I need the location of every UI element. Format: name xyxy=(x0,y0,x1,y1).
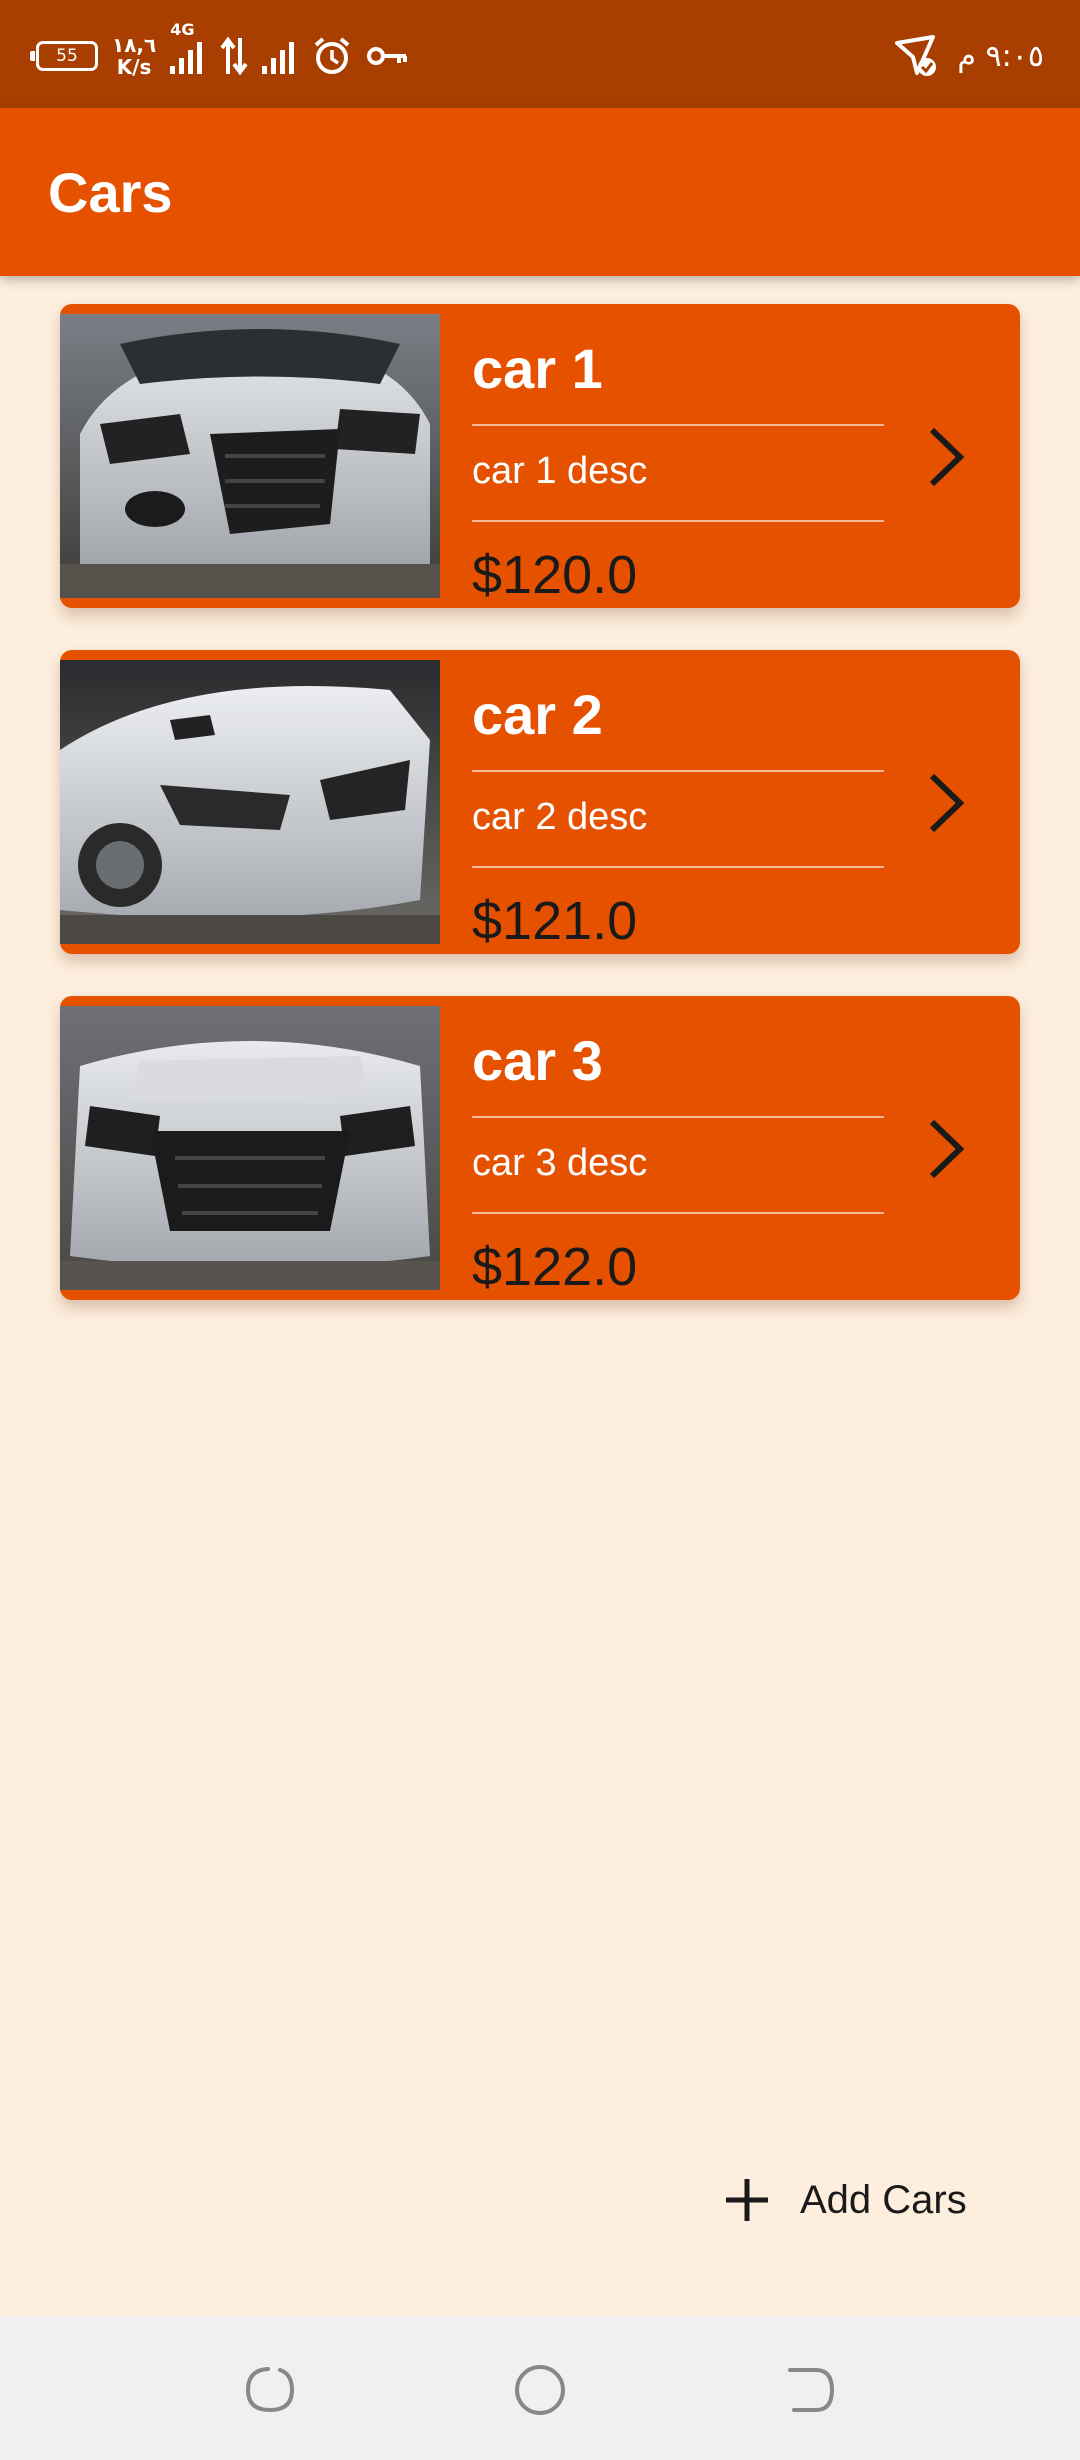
add-cars-button[interactable]: Add Cars xyxy=(708,2152,1008,2248)
status-bar: 55 ١٨,٦ K/s 4G ٩:٠٥ م xyxy=(0,0,1080,108)
location-sync-icon xyxy=(893,33,939,79)
car-card[interactable]: car 2 car 2 desc $121.0 xyxy=(60,650,1020,954)
signal-icon xyxy=(262,36,298,76)
car-description: car 2 desc xyxy=(472,796,648,838)
network-speed-unit: K/s xyxy=(116,55,152,79)
chevron-right-icon[interactable] xyxy=(916,422,976,492)
network-speed-value: ١٨,٦ xyxy=(112,33,157,57)
divider xyxy=(472,770,884,772)
divider xyxy=(472,1212,884,1214)
network-speed: ١٨,٦ K/s xyxy=(112,34,156,78)
status-left: 55 ١٨,٦ K/s 4G xyxy=(30,20,408,84)
page-title: Cars xyxy=(48,161,173,224)
home-icon[interactable] xyxy=(510,2360,570,2420)
plus-icon xyxy=(726,2179,768,2221)
alarm-icon xyxy=(312,36,352,76)
car-description: car 3 desc xyxy=(472,1142,648,1184)
vpn-key-icon xyxy=(366,36,408,76)
car-image xyxy=(60,314,440,598)
battery-icon: 55 xyxy=(30,41,98,71)
car-name: car 2 xyxy=(472,683,603,746)
chevron-right-icon[interactable] xyxy=(916,1114,976,1184)
chevron-right-icon[interactable] xyxy=(916,768,976,838)
network-type: 4G xyxy=(170,20,195,39)
divider xyxy=(472,520,884,522)
car-price: $121.0 xyxy=(472,891,638,951)
car-info: car 1 car 1 desc $120.0 xyxy=(472,304,942,608)
battery-level: 55 xyxy=(56,46,78,66)
car-info: car 3 car 3 desc $122.0 xyxy=(472,996,942,1300)
status-right: ٩:٠٥ م xyxy=(893,28,1044,84)
car-name: car 1 xyxy=(472,337,603,400)
clock: ٩:٠٥ م xyxy=(957,38,1044,74)
car-description: car 1 desc xyxy=(472,450,648,492)
car-price: $120.0 xyxy=(472,545,638,605)
divider xyxy=(472,1116,884,1118)
car-name: car 3 xyxy=(472,1029,603,1092)
car-list: car 1 car 1 desc $120.0 car 2 car 2 desc… xyxy=(60,304,1020,1342)
car-image xyxy=(60,1006,440,1290)
car-card[interactable]: car 1 car 1 desc $120.0 xyxy=(60,304,1020,608)
divider xyxy=(472,866,884,868)
app-bar: Cars xyxy=(0,108,1080,276)
recent-apps-icon[interactable] xyxy=(240,2360,300,2420)
back-icon[interactable] xyxy=(780,2360,840,2420)
divider xyxy=(472,424,884,426)
add-cars-label: Add Cars xyxy=(800,2177,967,2222)
signal-4g-icon: 4G xyxy=(170,20,206,76)
car-price: $122.0 xyxy=(472,1237,638,1297)
car-image xyxy=(60,660,440,944)
data-transfer-icon xyxy=(220,36,248,76)
car-card[interactable]: car 3 car 3 desc $122.0 xyxy=(60,996,1020,1300)
system-nav-bar xyxy=(0,2316,1080,2460)
car-info: car 2 car 2 desc $121.0 xyxy=(472,650,942,954)
